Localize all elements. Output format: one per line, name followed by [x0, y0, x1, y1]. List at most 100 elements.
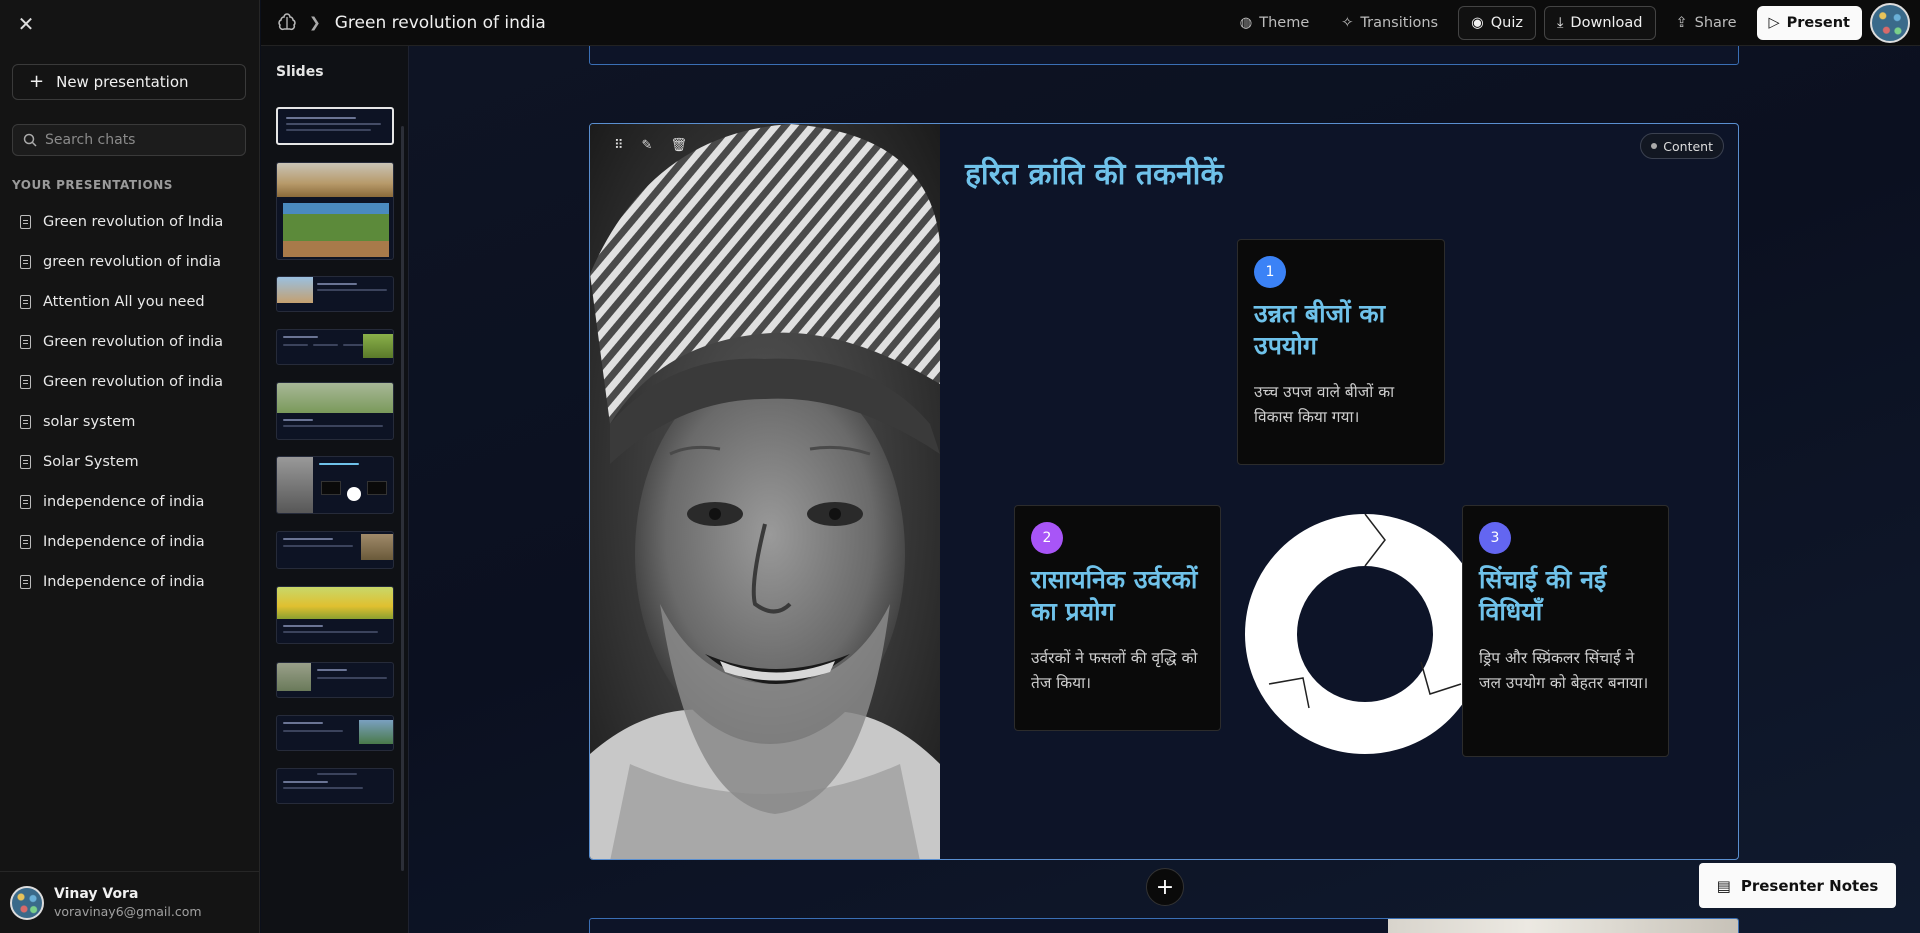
presentation-item[interactable]: Independence of india	[12, 522, 248, 562]
download-label: Download	[1570, 15, 1643, 31]
slide-toolbar: ⠿ ✎ 🗑	[614, 138, 687, 153]
present-button[interactable]: ▷ Present	[1756, 6, 1862, 40]
previous-slide[interactable]	[589, 46, 1739, 65]
slide-thumbnail[interactable]	[276, 329, 394, 365]
add-slide-button[interactable]: +	[1146, 868, 1184, 906]
next-slide[interactable]	[589, 918, 1739, 933]
document-icon	[20, 335, 31, 349]
slide-thumbnail[interactable]	[276, 162, 394, 260]
present-label: Present	[1786, 15, 1850, 31]
card-title: रासायनिक उर्वरकों का प्रयोग	[1031, 565, 1198, 626]
current-slide[interactable]: ⠿ ✎ 🗑 Content हरित क्रांति की तकनीकें 1 …	[589, 123, 1739, 860]
presentation-title: Green revolution of india	[43, 334, 224, 350]
user-email: voravinay6@gmail.com	[54, 904, 202, 919]
document-icon	[20, 455, 31, 469]
palette-icon: ◍	[1239, 15, 1253, 31]
badge-dot-icon	[1651, 143, 1658, 149]
card-description: ड्रिप और स्प्रिंकलर सिंचाई ने जल उपयोग क…	[1479, 649, 1649, 692]
presentation-title: Green revolution of india	[43, 374, 224, 390]
download-button[interactable]: ⤓ Download	[1544, 6, 1656, 40]
technique-card-1[interactable]: 1 उन्नत बीजों का उपयोग उच्च उपज वाले बीज…	[1237, 239, 1445, 465]
presentation-item[interactable]: Attention All you need	[12, 282, 248, 322]
play-icon: ▷	[1768, 15, 1780, 31]
plus-icon: +	[29, 71, 45, 92]
document-icon	[20, 535, 31, 549]
theme-button[interactable]: ◍ Theme	[1228, 6, 1322, 40]
transitions-button[interactable]: ✧ Transitions	[1329, 6, 1450, 40]
slide-thumbnail[interactable]	[276, 107, 394, 145]
technique-card-2[interactable]: 2 रासायनिक उर्वरकों का प्रयोग उर्वरकों न…	[1014, 505, 1221, 731]
slide-thumbnail[interactable]	[276, 715, 394, 751]
quiz-label: Quiz	[1490, 15, 1523, 31]
notes-icon: ▤	[1716, 876, 1731, 895]
card-description: उर्वरकों ने फसलों की वृद्धि को तेज किया।	[1031, 649, 1198, 692]
presentation-item[interactable]: Green revolution of India	[12, 202, 248, 242]
slide-thumbnail[interactable]	[276, 586, 394, 644]
presentation-item[interactable]: independence of india	[12, 482, 248, 522]
transitions-label: Transitions	[1360, 15, 1439, 31]
presenter-notes-label: Presenter Notes	[1740, 876, 1879, 895]
section-label: YOUR PRESENTATIONS	[12, 178, 173, 192]
slide-thumbnail[interactable]	[276, 456, 394, 514]
trash-icon[interactable]: 🗑	[670, 138, 687, 153]
document-icon	[20, 375, 31, 389]
next-slide-image	[1388, 919, 1738, 933]
farmer-portrait-image	[590, 124, 940, 859]
slide-canvas: ⠿ ✎ 🗑 Content हरित क्रांति की तकनीकें 1 …	[409, 46, 1920, 933]
slide-thumbnail[interactable]	[276, 276, 394, 312]
card-number: 1	[1254, 256, 1286, 288]
presentation-title: solar system	[43, 414, 136, 430]
presentation-item[interactable]: Solar System	[12, 442, 248, 482]
new-presentation-button[interactable]: + New presentation	[12, 64, 246, 100]
document-icon	[20, 495, 31, 509]
layout-badge[interactable]: Content	[1640, 133, 1724, 159]
presentation-title: independence of india	[43, 494, 205, 510]
search-box	[12, 124, 246, 156]
edit-icon[interactable]: ✎	[642, 138, 653, 153]
presentation-item[interactable]: solar system	[12, 402, 248, 442]
slide-heading[interactable]: हरित क्रांति की तकनीकें	[965, 152, 1224, 193]
presentation-item[interactable]: Green revolution of india	[12, 362, 248, 402]
card-description: उच्च उपज वाले बीजों का विकास किया गया।	[1254, 383, 1395, 426]
drag-handle-icon[interactable]: ⠿	[614, 138, 624, 153]
presentation-title: Green revolution of India	[43, 214, 224, 230]
slide-thumbnail[interactable]	[276, 531, 394, 569]
sparkles-icon: ✧	[1341, 15, 1354, 31]
presentation-title[interactable]: Green revolution of india	[335, 13, 546, 33]
presentation-title: Attention All you need	[43, 294, 205, 310]
chevron-right-icon: ❯	[309, 14, 321, 31]
share-label: Share	[1694, 15, 1737, 31]
card-number: 3	[1479, 522, 1511, 554]
card-title: उन्नत बीजों का उपयोग	[1254, 299, 1386, 360]
top-bar: ❯ Green revolution of india ◍ Theme ✧ Tran…	[261, 0, 1920, 46]
presentation-list: Green revolution of India green revoluti…	[12, 202, 248, 602]
presenter-notes-button[interactable]: ▤ Presenter Notes	[1699, 863, 1896, 908]
slide-thumbnail[interactable]	[276, 662, 394, 698]
card-number: 2	[1031, 522, 1063, 554]
cycle-diagram	[1245, 514, 1485, 754]
brain-circle-icon: ◉	[1471, 15, 1484, 31]
share-icon: ⇪	[1675, 15, 1688, 31]
presentation-title: Independence of india	[43, 574, 205, 590]
close-icon[interactable]: ✕	[14, 12, 38, 36]
technique-card-3[interactable]: 3 सिंचाई की नई विधियाँ ड्रिप और स्प्रिंक…	[1462, 505, 1669, 757]
slide-thumbnail[interactable]	[276, 768, 394, 804]
account-avatar[interactable]	[1870, 3, 1910, 43]
presentation-item[interactable]: green revolution of india	[12, 242, 248, 282]
user-profile[interactable]: Vinay Vora voravinay6@gmail.com	[0, 871, 260, 933]
document-icon	[20, 415, 31, 429]
quiz-button[interactable]: ◉ Quiz	[1458, 6, 1536, 40]
brain-icon[interactable]	[277, 12, 297, 33]
presentation-title: green revolution of india	[43, 254, 222, 270]
presentation-item[interactable]: Green revolution of india	[12, 322, 248, 362]
slide-photo-farmer[interactable]	[590, 124, 940, 859]
presentation-title: Independence of india	[43, 534, 205, 550]
card-title: सिंचाई की नई विधियाँ	[1479, 565, 1607, 626]
presentation-item[interactable]: Independence of india	[12, 562, 248, 602]
search-input[interactable]	[45, 132, 235, 148]
slide-thumbnail[interactable]	[276, 382, 394, 440]
share-button[interactable]: ⇪ Share	[1664, 6, 1749, 40]
thumbnail-scrollbar[interactable]	[401, 126, 404, 871]
document-icon	[20, 575, 31, 589]
document-icon	[20, 215, 31, 229]
